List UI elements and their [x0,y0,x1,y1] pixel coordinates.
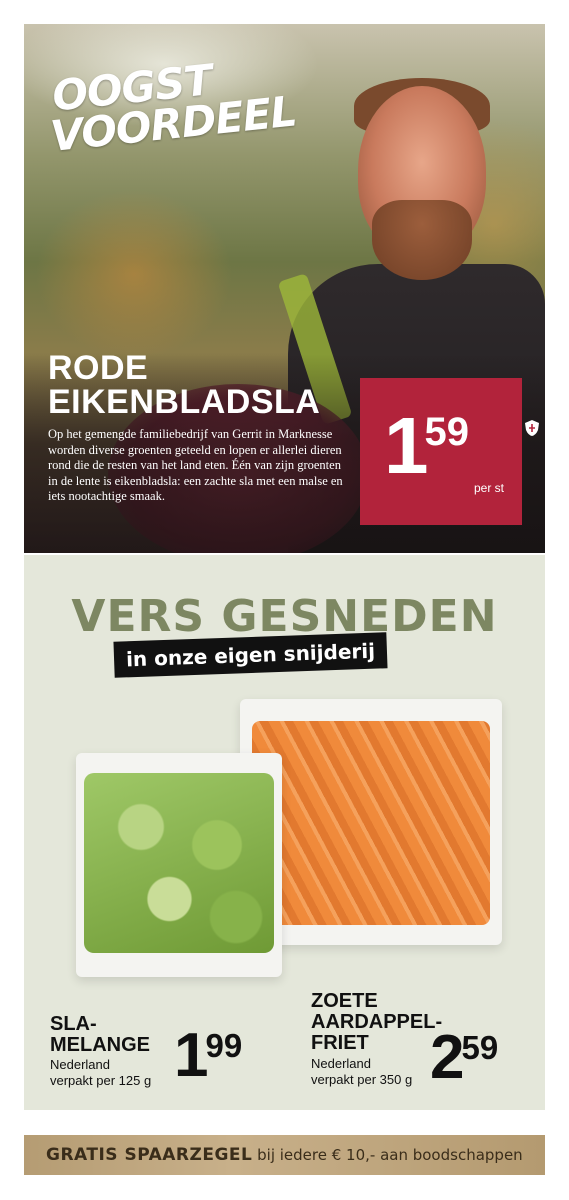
item-origin: Nederland [311,1056,371,1071]
item-meta-fries: Nederland verpakt per 350 g [311,1056,412,1088]
item-pack: verpakt per 350 g [311,1072,413,1087]
salad-mix-photo[interactable] [76,753,282,977]
item-origin: Nederland [50,1057,110,1072]
item-price-salad: 199 [174,1025,242,1087]
item-name-line: ZOETE [311,990,378,1012]
price-value: 159 [384,406,469,486]
price-tag: 159 per st [360,378,522,525]
item-name-line: MELANGE [50,1034,150,1056]
item-price-fries: 259 [430,1027,498,1089]
price-cents: 99 [205,1027,243,1064]
item-name-line: SLA- [50,1013,97,1035]
savings-stamp-banner[interactable]: GRATIS SPAARZEGEL bij iedere € 10,- aan … [24,1135,545,1175]
section-title: VERS GESNEDEN [71,591,498,642]
price-euros: 1 [174,1021,209,1090]
product-title: RODE EIKENBLADSLA [48,351,320,419]
farmer-beard [372,200,472,280]
price-euros: 2 [430,1023,465,1092]
shield-emblem-icon [524,419,540,437]
stamp-strong: GRATIS SPAARZEGEL [46,1145,253,1165]
product-title-line-1: RODE [48,349,149,387]
hero-banner[interactable]: OOGST VOORDEEL RODE EIKENBLADSLA Op het … [24,24,545,553]
item-name-fries[interactable]: ZOETE AARDAPPEL- FRIET [311,991,442,1054]
price-euros: 1 [384,401,428,490]
stamp-text: GRATIS SPAARZEGEL bij iedere € 10,- aan … [46,1145,523,1165]
price-cents: 59 [461,1029,499,1066]
item-pack: verpakt per 125 g [50,1073,152,1088]
item-name-line: FRIET [311,1032,369,1054]
item-name-line: AARDAPPEL- [311,1011,443,1033]
oogst-voordeel-logo: OOGST VOORDEEL [48,52,298,161]
price-cents: 59 [424,410,470,454]
item-meta-salad: Nederland verpakt per 125 g [50,1057,151,1089]
fresh-cut-section: VERS GESNEDEN in onze eigen snijderij SL… [24,555,545,1110]
product-description: Op het gemengde familiebedrijf van Gerri… [48,427,343,503]
product-title-line-2: EIKENBLADSLA [48,383,321,421]
stamp-rest: bij iedere € 10,- aan boodschappen [252,1146,523,1164]
item-name-salad[interactable]: SLA- MELANGE [50,1014,150,1056]
price-unit: per st [473,481,504,495]
